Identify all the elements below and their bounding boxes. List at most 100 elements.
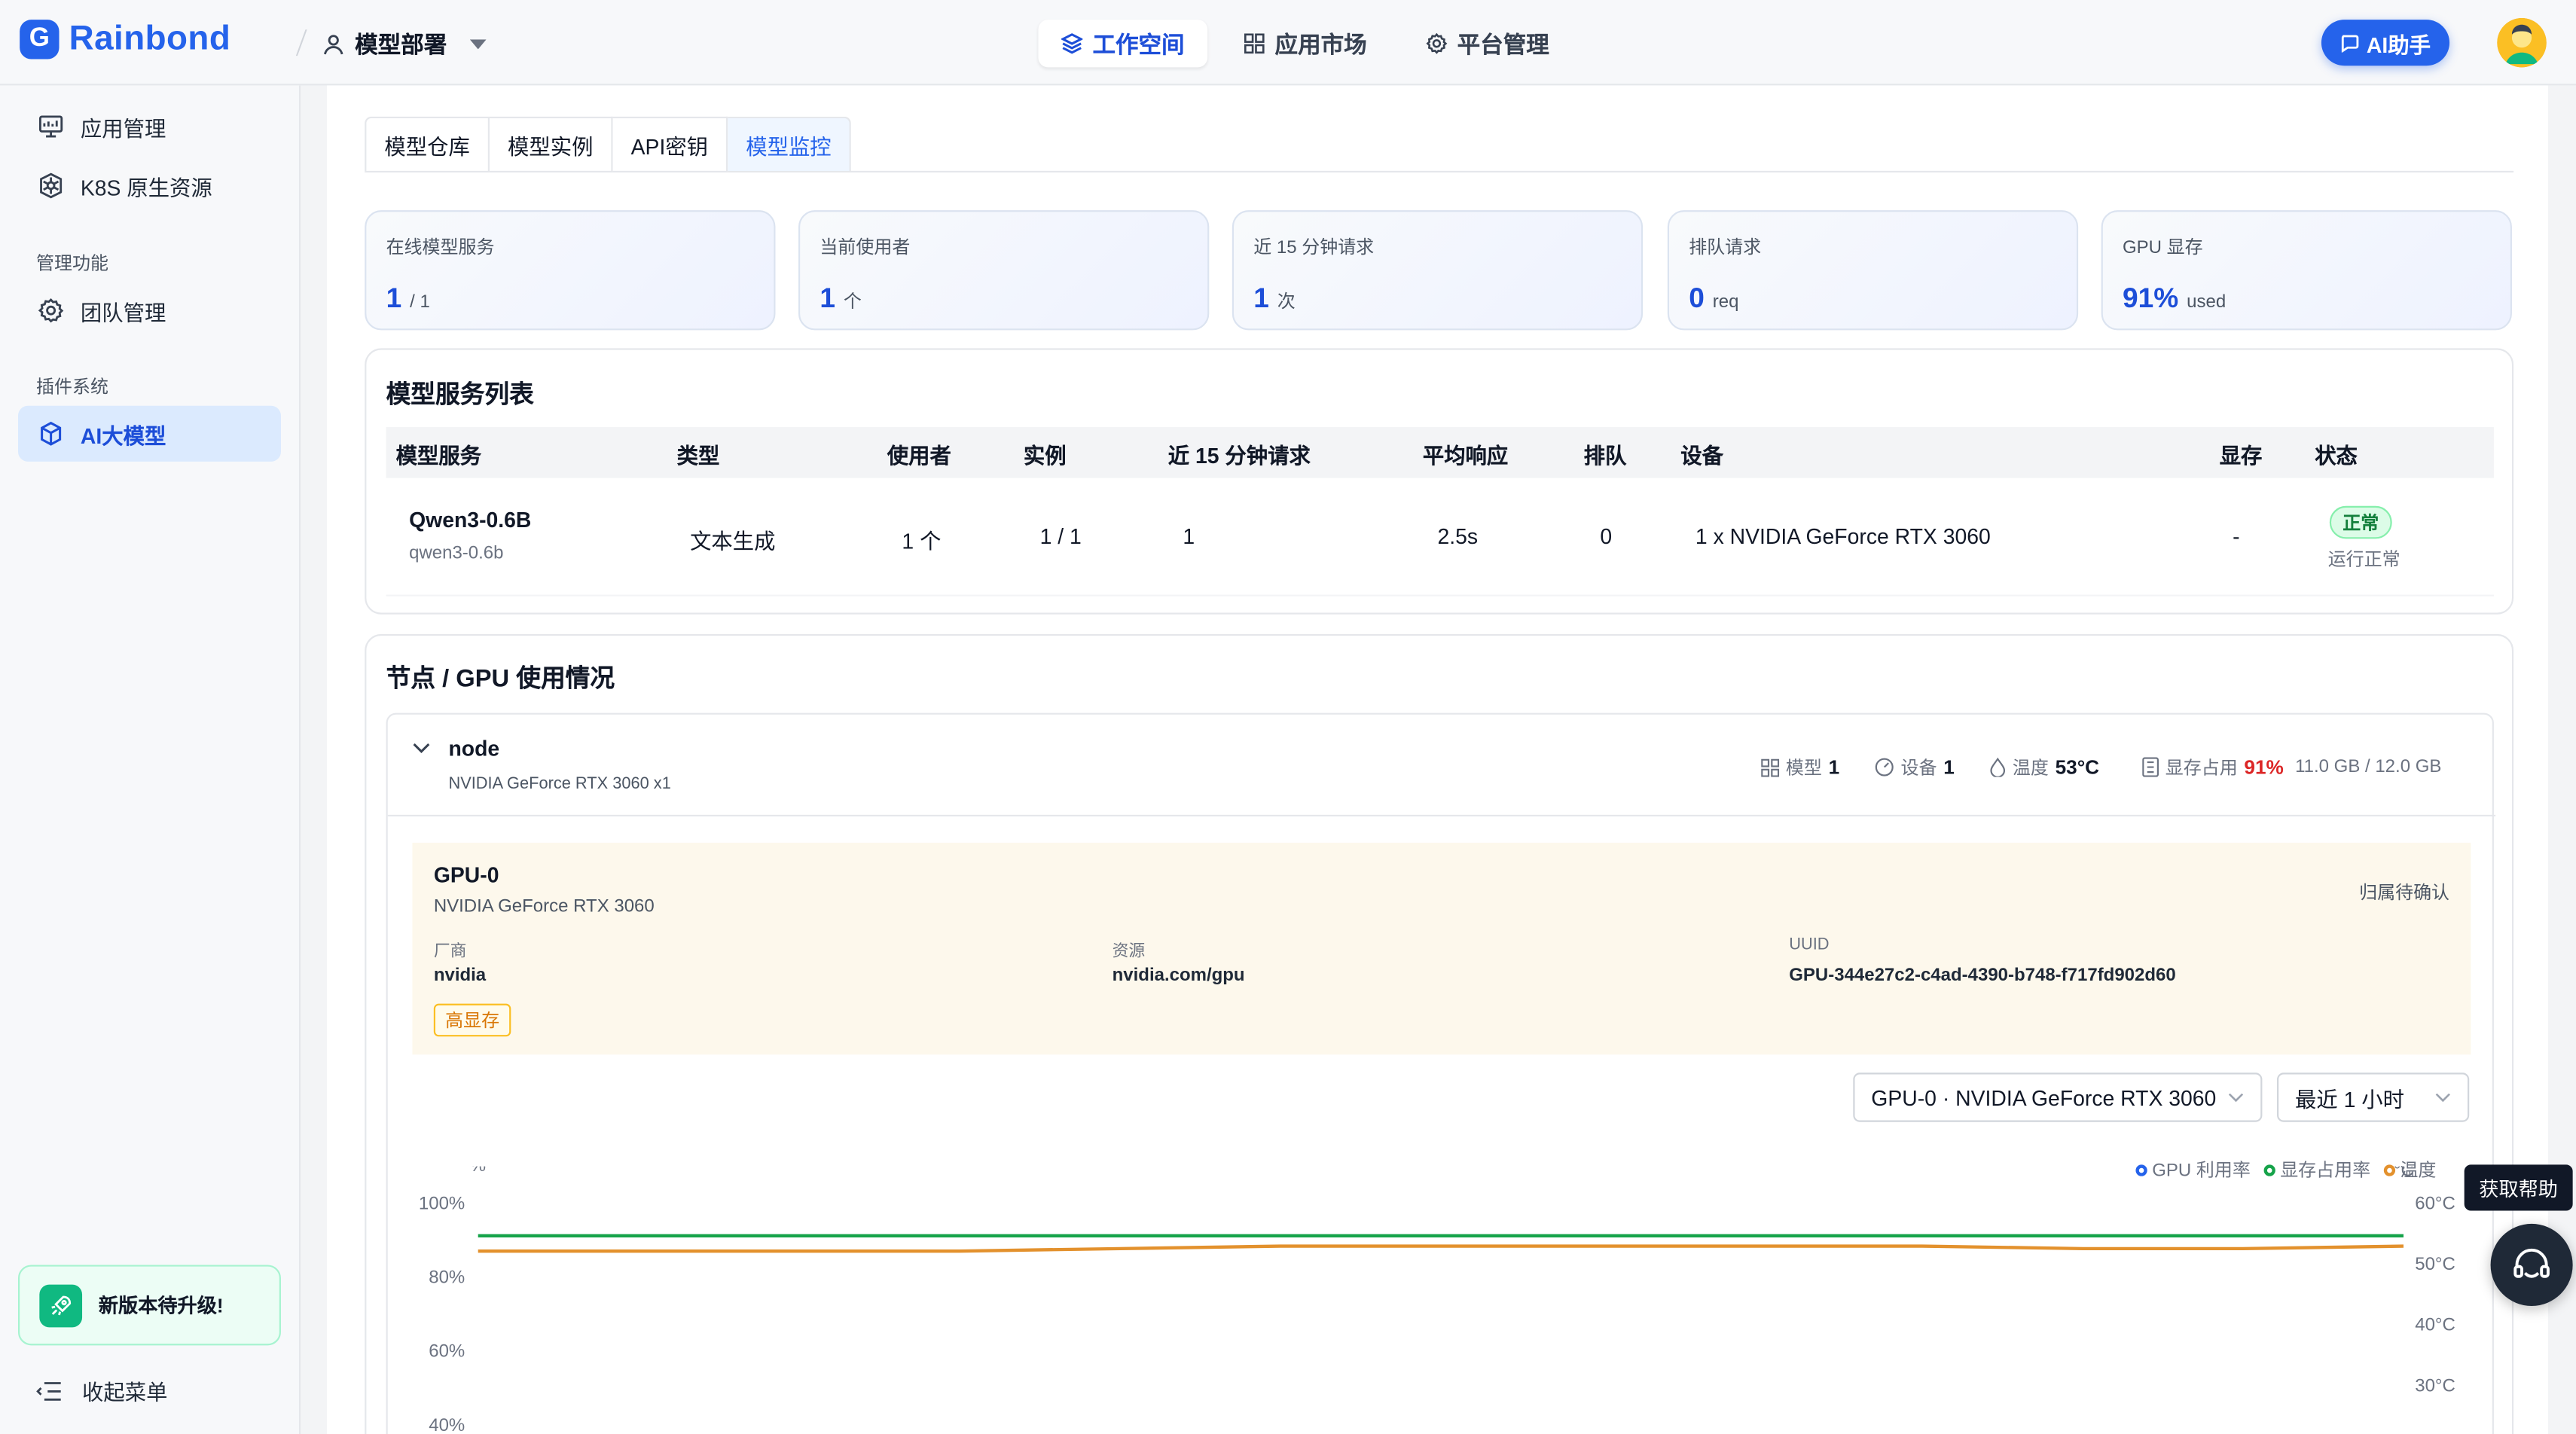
gpu-select-value: GPU-0 · NVIDIA GeForce RTX 3060 — [1871, 1085, 2217, 1110]
stat-value: 1次 — [1253, 282, 1296, 316]
gpu-select[interactable]: GPU-0 · NVIDIA GeForce RTX 3060 — [1853, 1072, 2263, 1122]
nav-label: 工作空间 — [1092, 30, 1185, 57]
workspace-selector[interactable]: 模型部署 — [322, 28, 487, 61]
divider — [295, 29, 307, 56]
ai-assistant-button[interactable]: AI助手 — [2321, 20, 2450, 66]
stat-number: 1 — [386, 282, 402, 314]
logo-mark: G — [20, 20, 60, 59]
node-devices-count: 设备 1 — [1875, 754, 1955, 780]
y-tick-right: 50°C — [2415, 1254, 2455, 1274]
y-axis-unit-right: °C — [2394, 1167, 2414, 1181]
node-name[interactable]: node — [448, 736, 499, 761]
help-button[interactable] — [2490, 1223, 2573, 1306]
model-device: 1 x NVIDIA GeForce RTX 3060 — [1695, 523, 1991, 549]
stat-value: 91% used — [2123, 282, 2226, 316]
time-range-value: 最近 1 小时 — [2295, 1086, 2405, 1112]
meta-label: 温度 — [2012, 758, 2049, 779]
divider — [387, 814, 2496, 817]
stat-label: 近 15 分钟请求 — [1253, 238, 1375, 258]
collapse-label: 收起菜单 — [82, 1380, 168, 1405]
nav-item-2[interactable]: 平台管理 — [1403, 20, 1573, 67]
sidebar-item-k8s[interactable]: K8S 原生资源 — [18, 157, 281, 213]
model-users: 1 个 — [902, 529, 942, 554]
upgrade-banner[interactable]: 新版本待升级! — [17, 1265, 281, 1346]
series-line — [478, 1244, 2404, 1253]
tab-2[interactable]: API密钥 — [612, 116, 728, 173]
sidebar-item-label: 团队管理 — [80, 300, 166, 325]
stat-card: 近 15 分钟请求 1 次 — [1232, 210, 1644, 331]
stat-number: 1 — [1253, 282, 1269, 314]
help-tooltip: 获取帮助 — [2464, 1164, 2573, 1211]
nav-item-0[interactable]: 工作空间 — [1038, 20, 1208, 68]
stat-unit: used — [2187, 292, 2227, 313]
sidebar-item-team-management[interactable]: 团队管理 — [18, 282, 281, 338]
stat-value: 0 req — [1689, 282, 1738, 316]
drop-icon — [1989, 757, 2006, 777]
column-header: 排队 — [1583, 443, 1627, 468]
y-tick-left: 100% — [419, 1193, 465, 1213]
chevron-down-icon — [2228, 1092, 2245, 1103]
stat-label: 在线模型服务 — [386, 238, 495, 258]
column-header: 显存 — [2219, 443, 2263, 468]
gauge-icon — [1875, 757, 1894, 776]
y-axis-unit-left: % — [470, 1167, 486, 1176]
workspace-name: 模型部署 — [355, 31, 447, 58]
model-avg-response: 2.5s — [1437, 523, 1479, 549]
grid-icon — [1244, 33, 1265, 54]
node-models-count: 模型 1 — [1761, 754, 1839, 780]
meta-value: 1 — [1828, 755, 1840, 779]
model-requests: 1 — [1183, 523, 1195, 549]
column-header: 平均响应 — [1422, 443, 1509, 468]
caret-down-icon — [469, 39, 487, 50]
gpu-detail-panel: GPU-0 NVIDIA GeForce RTX 3060 归属待确认 厂商 n… — [412, 842, 2471, 1055]
logo[interactable]: G Rainbond — [20, 20, 230, 59]
tab-1[interactable]: 模型实例 — [490, 116, 613, 173]
main-nav: 工作空间 应用市场 平台管理 — [1038, 20, 1573, 68]
gear-icon — [38, 297, 64, 324]
stat-number: 0 — [1689, 282, 1705, 314]
section-title: 模型服务列表 — [386, 381, 534, 410]
stat-unit: req — [1712, 292, 1739, 313]
cube-icon — [38, 420, 64, 447]
y-tick-right: 40°C — [2415, 1315, 2455, 1335]
gpu-vendor-label: 厂商 — [433, 942, 467, 961]
y-tick-right: 60°C — [2415, 1193, 2455, 1213]
status-badge: 正常 — [2329, 505, 2392, 539]
model-name[interactable]: Qwen3-0.6B — [409, 508, 531, 532]
nav-item-1[interactable]: 应用市场 — [1221, 20, 1390, 67]
grid-icon — [1761, 758, 1780, 776]
section-title: 节点 / GPU 使用情况 — [386, 665, 615, 694]
avatar[interactable] — [2497, 17, 2547, 68]
time-range-select[interactable]: 最近 1 小时 — [2277, 1072, 2470, 1122]
column-header: 实例 — [1023, 443, 1067, 468]
column-header: 模型服务 — [395, 443, 482, 468]
stat-card: 在线模型服务 1 / 1 — [365, 210, 776, 331]
stat-label: 排队请求 — [1689, 238, 1762, 258]
tab-0[interactable]: 模型仓库 — [365, 116, 490, 173]
monitor-icon — [38, 113, 64, 139]
upgrade-label: 新版本待升级! — [98, 1294, 224, 1318]
chevron-down-icon[interactable] — [412, 743, 430, 754]
group-label: 管理功能 — [35, 255, 108, 275]
logo-text: Rainbond — [69, 20, 231, 58]
sidebar-item-app-management[interactable]: 应用管理 — [18, 99, 281, 154]
tab-3[interactable]: 模型监控 — [728, 116, 851, 173]
group-label: 插件系统 — [35, 377, 108, 398]
model-type: 文本生成 — [690, 529, 776, 554]
gpu-uuid-label: UUID — [1789, 936, 1830, 955]
gpu-ownership: 归属待确认 — [2359, 883, 2450, 904]
chat-icon — [2340, 33, 2360, 53]
divider — [849, 170, 2514, 173]
headset-icon — [2510, 1243, 2553, 1286]
node-panel: node NVIDIA GeForce RTX 3060 x1 模型 1 设备 … — [386, 712, 2496, 1434]
rocket-icon — [39, 1283, 83, 1327]
menu-collapse-icon — [36, 1379, 63, 1402]
table-header: 模型服务 类型 使用者 实例 近 15 分钟请求 平均响应 排队 设备 显存 状态 — [386, 427, 2494, 478]
sidebar: 应用管理 K8S 原生资源 管理功能 团队管理 插件系统 AI大模型 新版本待升… — [0, 85, 301, 1434]
gpu-metrics-chart: % °C 100% 80% 60% 40% 60°C 50°C 40°C 30°C — [419, 1167, 2455, 1434]
y-tick-left: 80% — [429, 1267, 465, 1287]
gpu-resource: nvidia.com/gpu — [1112, 966, 1245, 986]
sidebar-item-ai-model[interactable]: AI大模型 — [17, 405, 281, 462]
meta-value: 53°C — [2055, 755, 2100, 779]
collapse-menu-button[interactable]: 收起菜单 — [36, 1375, 168, 1406]
